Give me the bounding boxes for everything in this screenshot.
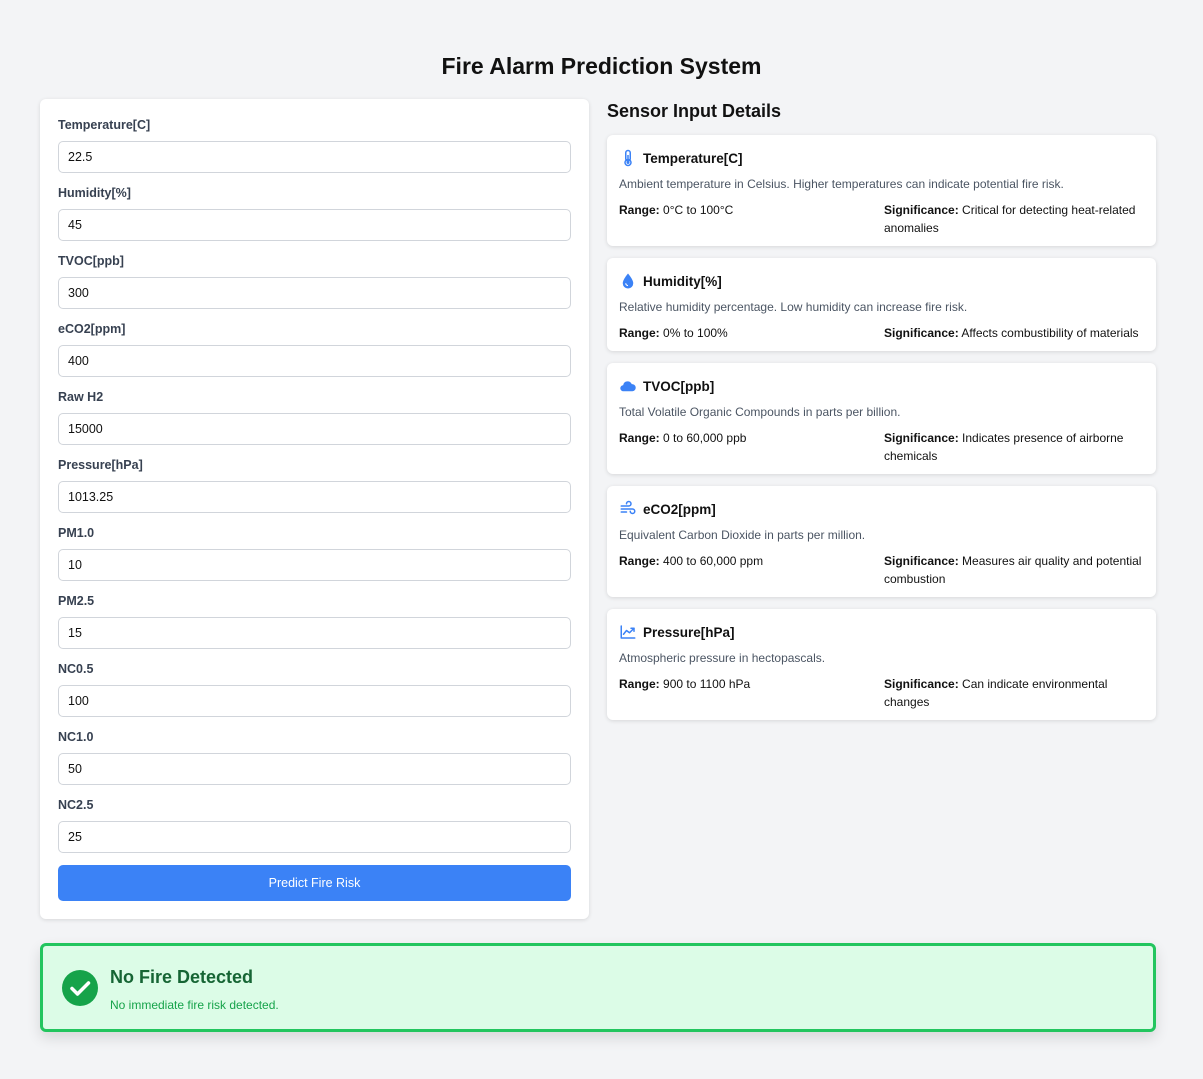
nc25-label: NC2.5 (58, 798, 94, 812)
sensor-significance: Significance: Critical for detecting hea… (884, 201, 1146, 237)
sensor-significance: Significance: Indicates presence of airb… (884, 429, 1146, 465)
sensor-description: Relative humidity percentage. Low humidi… (619, 300, 968, 314)
nc05-label: NC0.5 (58, 662, 94, 676)
sensor-description: Ambient temperature in Celsius. Higher t… (619, 177, 1064, 191)
thermometer-icon (624, 149, 632, 167)
wind-icon (620, 500, 636, 515)
field-nc25: NC2.5 25 (58, 798, 571, 853)
field-tvoc: TVOC[ppb] 300 (58, 254, 571, 309)
range-value: 0°C to 100°C (663, 203, 734, 217)
nc05-input[interactable]: 100 (58, 685, 571, 717)
range-label: Range: (619, 677, 660, 691)
page-title: Fire Alarm Prediction System (441, 53, 762, 79)
predict-button[interactable]: Predict Fire Risk (58, 865, 571, 901)
pm25-input[interactable]: 15 (58, 617, 571, 649)
field-pm25: PM2.5 15 (58, 594, 571, 649)
raw-h2-input[interactable]: 15000 (58, 413, 571, 445)
cloud-icon (620, 381, 636, 392)
temperature-label: Temperature[C] (58, 118, 151, 132)
field-humidity: Humidity[%] 45 (58, 186, 571, 241)
sensor-name: Pressure[hPa] (643, 624, 735, 640)
raw-h2-label: Raw H2 (58, 390, 104, 404)
pm1-input[interactable]: 10 (58, 549, 571, 581)
field-temperature: Temperature[C] 22.5 (58, 118, 571, 173)
pressure-label: Pressure[hPa] (58, 458, 143, 472)
pressure-input[interactable]: 1013.25 (58, 481, 571, 513)
eco2-input[interactable]: 400 (58, 345, 571, 377)
pm1-label: PM1.0 (58, 526, 95, 540)
nc25-input[interactable]: 25 (58, 821, 571, 853)
sensor-name: eCO2[ppm] (643, 501, 716, 517)
sensor-description: Atmospheric pressure in hectopascals. (619, 651, 826, 665)
nc10-input[interactable]: 50 (58, 753, 571, 785)
humidity-input[interactable]: 45 (58, 209, 571, 241)
range-value: 0% to 100% (663, 326, 728, 340)
eco2-label: eCO2[ppm] (58, 322, 126, 336)
significance-label: Significance: (884, 431, 959, 445)
sensor-range: Range: 0 to 60,000 ppb (619, 429, 746, 447)
field-raw-h2: Raw H2 15000 (58, 390, 571, 445)
field-nc10: NC1.0 50 (58, 730, 571, 785)
sensor-input-form: Temperature[C] 22.5 Humidity[%] 45 TVOC[… (40, 99, 589, 919)
sensor-range: Range: 400 to 60,000 ppm (619, 552, 763, 570)
significance-value: Affects combustibility of materials (961, 326, 1139, 340)
sensor-card-tvoc: TVOC[ppb] Total Volatile Organic Compoun… (607, 363, 1156, 474)
result-message: No immediate fire risk detected. (110, 998, 279, 1012)
check-circle-icon (62, 970, 98, 1006)
sensor-card-pressure: Pressure[hPa] Atmospheric pressure in he… (607, 609, 1156, 720)
humidity-label: Humidity[%] (58, 186, 131, 200)
sensor-description: Total Volatile Organic Compounds in part… (619, 405, 901, 419)
sensor-significance: Significance: Measures air quality and p… (884, 552, 1146, 588)
droplet-icon (622, 273, 634, 289)
significance-label: Significance: (884, 554, 959, 568)
sensor-card-temperature: Temperature[C] Ambient temperature in Ce… (607, 135, 1156, 246)
sensor-significance: Significance: Affects combustibility of … (884, 324, 1146, 342)
sensor-description: Equivalent Carbon Dioxide in parts per m… (619, 528, 866, 542)
range-value: 900 to 1100 hPa (663, 677, 751, 691)
field-nc05: NC0.5 100 (58, 662, 571, 717)
range-value: 0 to 60,000 ppb (663, 431, 747, 445)
prediction-result: No Fire Detected No immediate fire risk … (40, 943, 1156, 1032)
range-label: Range: (619, 203, 660, 217)
sensor-name: Humidity[%] (643, 273, 722, 289)
field-pressure: Pressure[hPa] 1013.25 (58, 458, 571, 513)
significance-label: Significance: (884, 326, 959, 340)
nc10-label: NC1.0 (58, 730, 94, 744)
sensor-card-eco2: eCO2[ppm] Equivalent Carbon Dioxide in p… (607, 486, 1156, 597)
temperature-input[interactable]: 22.5 (58, 141, 571, 173)
range-label: Range: (619, 431, 660, 445)
range-label: Range: (619, 554, 660, 568)
pm25-label: PM2.5 (58, 594, 95, 608)
significance-label: Significance: (884, 677, 959, 691)
result-title: No Fire Detected (110, 967, 254, 987)
sensor-name: Temperature[C] (643, 150, 743, 166)
chart-line-icon (620, 625, 636, 639)
sensor-name: TVOC[ppb] (643, 378, 715, 394)
field-pm1: PM1.0 10 (58, 526, 571, 581)
field-eco2: eCO2[ppm] 400 (58, 322, 571, 377)
range-value: 400 to 60,000 ppm (663, 554, 764, 568)
sensor-significance: Significance: Can indicate environmental… (884, 675, 1146, 711)
tvoc-label: TVOC[ppb] (58, 254, 124, 268)
sensor-card-humidity: Humidity[%] Relative humidity percentage… (607, 258, 1156, 351)
range-label: Range: (619, 326, 660, 340)
tvoc-input[interactable]: 300 (58, 277, 571, 309)
sensor-range: Range: 900 to 1100 hPa (619, 675, 750, 693)
details-title: Sensor Input Details (607, 101, 782, 121)
significance-label: Significance: (884, 203, 959, 217)
sensor-range: Range: 0% to 100% (619, 324, 728, 342)
sensor-range: Range: 0°C to 100°C (619, 201, 733, 219)
